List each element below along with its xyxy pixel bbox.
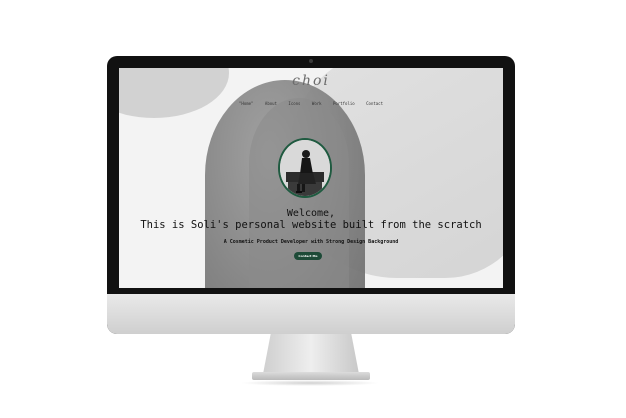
nav-item-work[interactable]: Work bbox=[312, 101, 322, 106]
nav-item-home[interactable]: "Home" bbox=[239, 101, 253, 106]
monitor-chin bbox=[107, 294, 515, 334]
stand-shadow bbox=[240, 380, 380, 386]
camera-icon bbox=[309, 59, 313, 63]
background-blob-left bbox=[119, 68, 229, 118]
nav-item-contact[interactable]: Contact bbox=[366, 101, 383, 106]
monitor-stand bbox=[263, 334, 359, 374]
nav-item-about[interactable]: About bbox=[265, 101, 277, 106]
nav-item-portfolio[interactable]: Portfolio bbox=[333, 101, 355, 106]
monitor: choi "Home" About Icons Work Portfolio C… bbox=[107, 56, 515, 334]
profile-photo bbox=[278, 138, 332, 198]
nav-item-icons[interactable]: Icons bbox=[288, 101, 300, 106]
site-logo[interactable]: choi bbox=[284, 73, 338, 89]
monitor-stand-base bbox=[252, 372, 370, 380]
nav-menu: "Home" About Icons Work Portfolio Contac… bbox=[239, 101, 383, 106]
person-seated-icon bbox=[280, 140, 330, 196]
website-screen: choi "Home" About Icons Work Portfolio C… bbox=[119, 68, 503, 288]
welcome-heading: Welcome, bbox=[286, 208, 336, 219]
contact-me-button[interactable]: Contact Me bbox=[294, 252, 322, 260]
hero-headline: This is Soli's personal website built fr… bbox=[140, 219, 482, 231]
hero-subtitle: A Cosmetic Product Developer with Strong… bbox=[223, 239, 399, 245]
